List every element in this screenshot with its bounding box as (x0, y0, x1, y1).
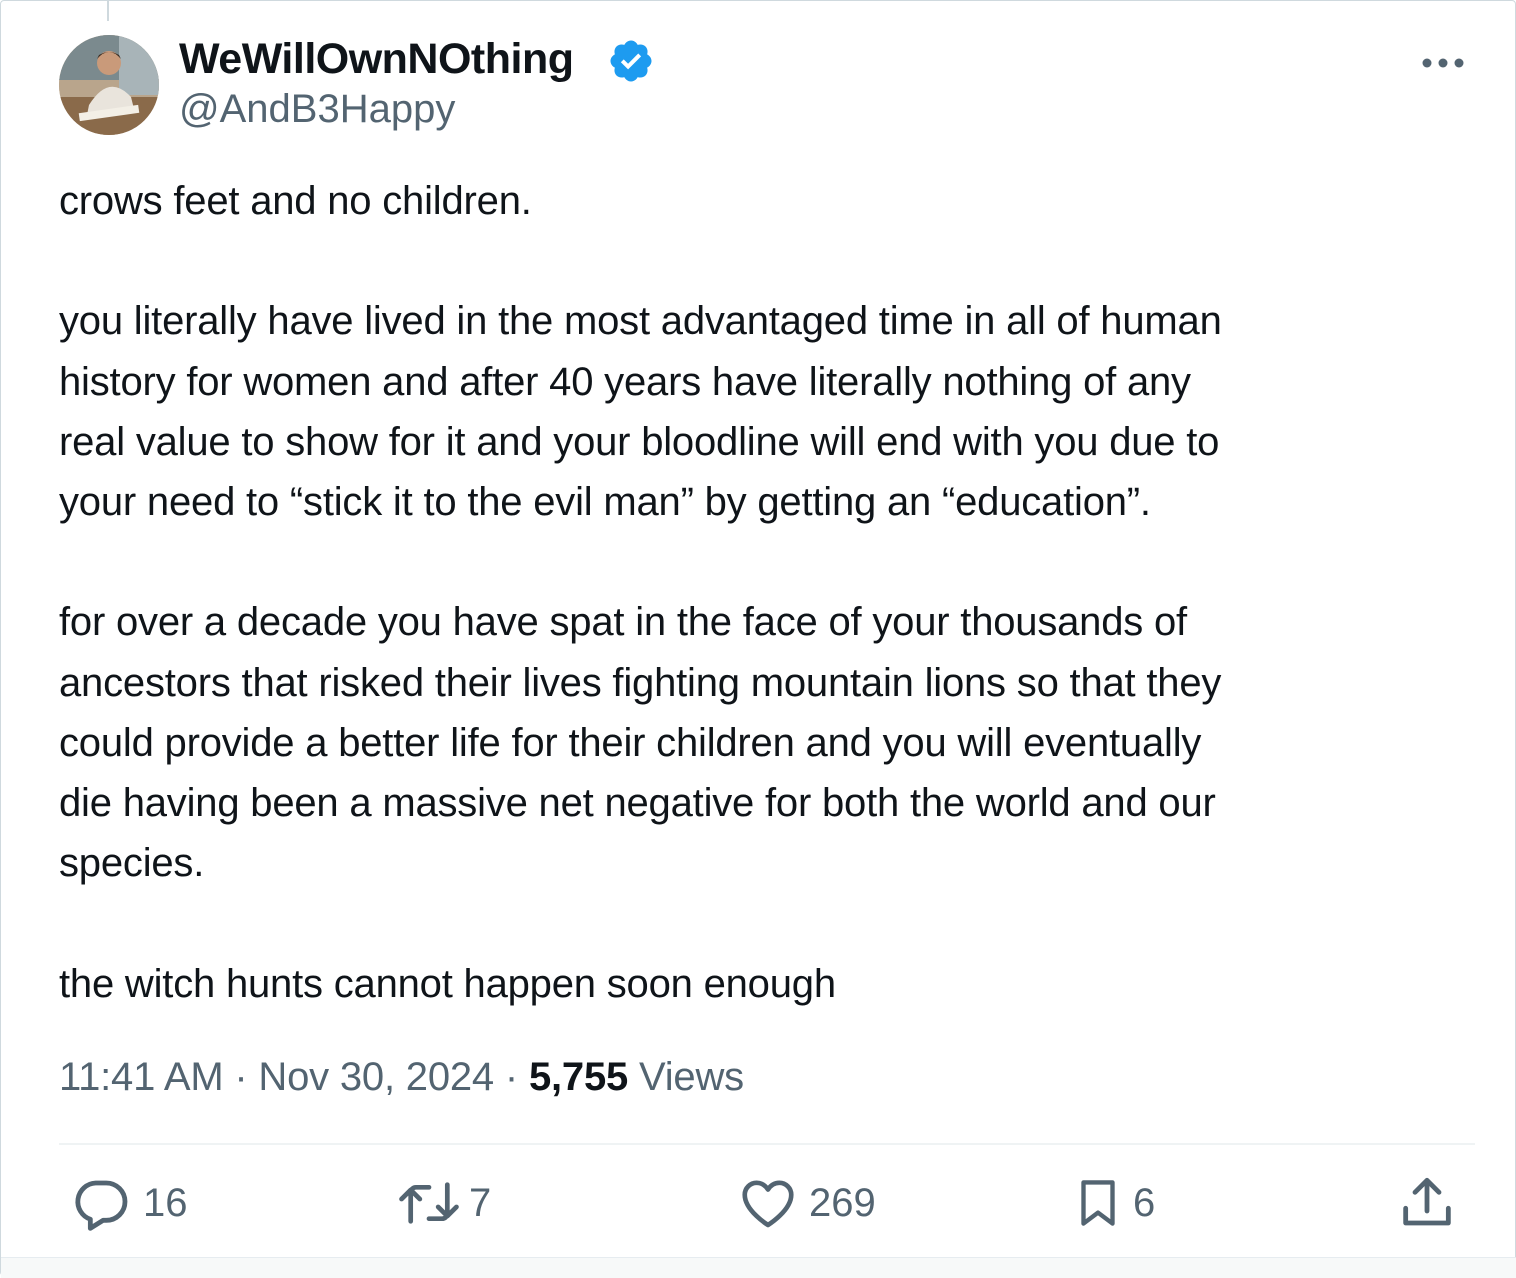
tweet-line: your need to “stick it to the evil man” … (59, 480, 1151, 524)
thread-connector-line (107, 1, 109, 21)
share-icon (1403, 1177, 1451, 1226)
reply-button[interactable]: 16 (69, 1171, 188, 1235)
bookmark-count: 6 (1133, 1180, 1156, 1225)
tweet-line: the witch hunts cannot happen soon enoug… (59, 961, 836, 1006)
tweet-line: history for women and after 40 years hav… (59, 359, 1191, 404)
more-horizontal-icon (1422, 58, 1464, 68)
verified-badge-icon (610, 40, 652, 82)
tweet-line: die having been a massive net negative f… (59, 781, 1216, 825)
meta-separator: · (234, 1055, 248, 1099)
bookmark-button[interactable]: 6 (1069, 1171, 1155, 1235)
views-label: Views (638, 1055, 744, 1099)
meta-separator: · (504, 1055, 519, 1099)
tweet-text: crows feet and no children. you literall… (59, 171, 1479, 1014)
heart-icon (742, 1180, 794, 1228)
tweet-line: you literally have lived in the most adv… (59, 299, 1222, 344)
card-bottom-edge (1, 1257, 1516, 1278)
tweet-line: for over a decade you have spat in the f… (59, 600, 1187, 645)
avatar[interactable] (59, 35, 159, 135)
views-count[interactable]: 5,755 (529, 1055, 628, 1099)
avatar-image (59, 35, 159, 135)
tweet-line: could provide a better life for their ch… (59, 720, 1202, 765)
tweet-card: WeWillOwnNOthing @AndB3Happy crows feet … (0, 0, 1516, 1278)
like-button[interactable]: 269 (737, 1171, 876, 1235)
tweet-meta: 11:41 AM · Nov 30, 2024 · 5,755 Views (59, 1049, 744, 1105)
tweet-date[interactable]: Nov 30, 2024 (258, 1055, 494, 1099)
tweet-line: species. (59, 841, 205, 886)
like-count: 269 (809, 1180, 876, 1225)
repost-count: 7 (469, 1180, 492, 1225)
tweet-line: real value to show for it and your blood… (59, 419, 1220, 464)
display-name[interactable]: WeWillOwnNOthing (179, 31, 574, 87)
repost-button[interactable]: 7 (395, 1171, 491, 1235)
tweet-line: crows feet and no children. (59, 179, 532, 223)
reply-icon (75, 1180, 128, 1231)
reply-count: 16 (143, 1180, 188, 1225)
bookmark-icon (1081, 1180, 1115, 1226)
tweet-line: ancestors that risked their lives fighti… (59, 660, 1222, 705)
more-options-button[interactable] (1411, 41, 1475, 85)
tweet-time[interactable]: 11:41 AM (59, 1055, 224, 1099)
repost-icon (399, 1182, 459, 1224)
divider (59, 1143, 1475, 1145)
share-button[interactable] (1395, 1171, 1459, 1235)
user-handle[interactable]: @AndB3Happy (179, 83, 455, 135)
